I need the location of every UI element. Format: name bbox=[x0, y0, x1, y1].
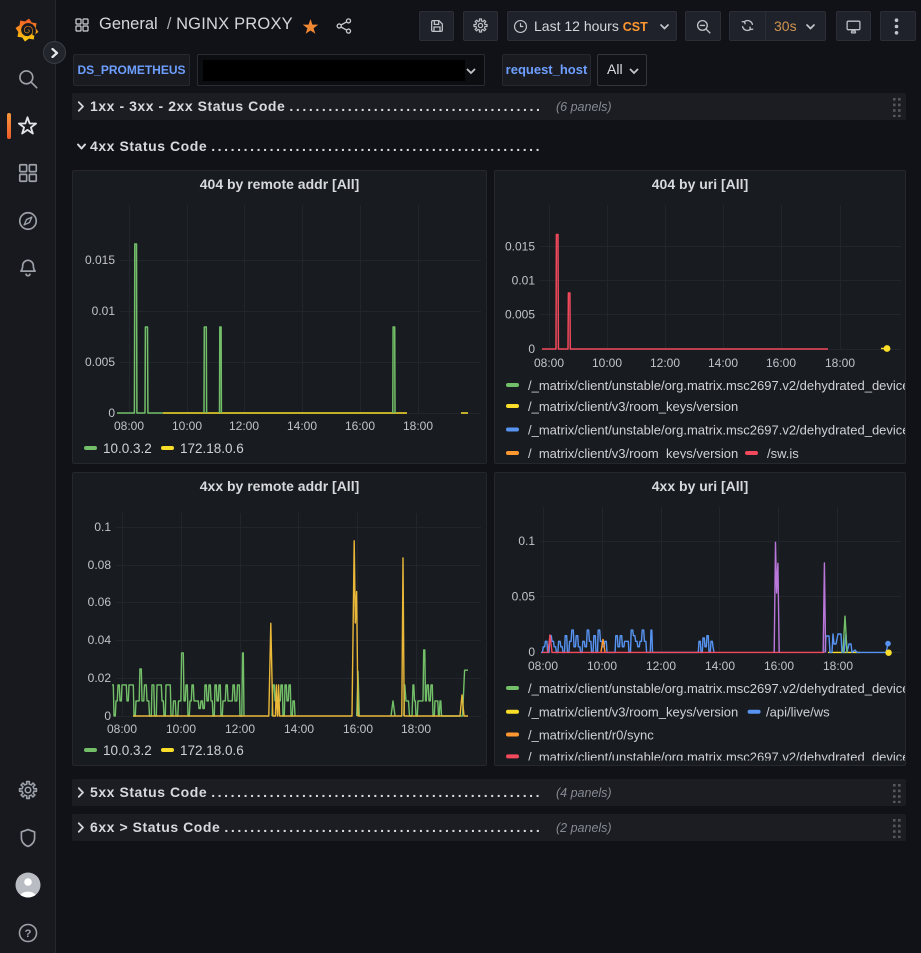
svg-text:/_matrix/client/unstable/org.m: /_matrix/client/unstable/org.matrix.msc2… bbox=[528, 681, 905, 696]
svg-text:08:00: 08:00 bbox=[528, 659, 558, 673]
svg-text:?: ? bbox=[25, 928, 32, 940]
svg-text:/sw.js: /sw.js bbox=[767, 446, 799, 461]
svg-text:08:00: 08:00 bbox=[107, 722, 137, 736]
svg-text:/_matrix/client/unstable/org.m: /_matrix/client/unstable/org.matrix.msc2… bbox=[528, 423, 905, 438]
svg-text:/_matrix/client/unstable/org.m: /_matrix/client/unstable/org.matrix.msc2… bbox=[528, 378, 905, 393]
svg-text:0.01: 0.01 bbox=[92, 304, 116, 318]
svg-text:08:00: 08:00 bbox=[114, 419, 144, 433]
svg-text:0.1: 0.1 bbox=[94, 520, 111, 534]
svg-text:14:00: 14:00 bbox=[708, 356, 738, 370]
svg-text:18:00: 18:00 bbox=[401, 722, 431, 736]
svg-text:18:00: 18:00 bbox=[823, 659, 853, 673]
svg-text:0.015: 0.015 bbox=[505, 240, 535, 254]
svg-text:08:00: 08:00 bbox=[534, 356, 564, 370]
svg-text:0.01: 0.01 bbox=[512, 274, 536, 288]
svg-text:172.18.0.6: 172.18.0.6 bbox=[180, 441, 244, 456]
svg-text:18:00: 18:00 bbox=[825, 356, 855, 370]
svg-text:0.02: 0.02 bbox=[88, 671, 112, 685]
svg-text:10:00: 10:00 bbox=[592, 356, 622, 370]
svg-text:14:00: 14:00 bbox=[284, 722, 314, 736]
svg-text:/_matrix/client/v3/room_keys/v: /_matrix/client/v3/room_keys/version bbox=[528, 399, 738, 414]
svg-text:16:00: 16:00 bbox=[343, 722, 373, 736]
svg-text:0: 0 bbox=[104, 709, 111, 723]
svg-text:0.06: 0.06 bbox=[88, 595, 112, 609]
svg-text:0: 0 bbox=[108, 406, 115, 420]
svg-text:/_matrix/client/v3/room_keys/v: /_matrix/client/v3/room_keys/version bbox=[528, 446, 738, 461]
svg-text:0.005: 0.005 bbox=[505, 308, 535, 322]
svg-text:16:00: 16:00 bbox=[764, 659, 794, 673]
svg-text:12:00: 12:00 bbox=[646, 659, 676, 673]
svg-text:10.0.3.2: 10.0.3.2 bbox=[103, 441, 152, 456]
svg-text:0: 0 bbox=[528, 645, 535, 659]
svg-text:/api/live/ws: /api/live/ws bbox=[766, 705, 830, 720]
svg-text:172.18.0.6: 172.18.0.6 bbox=[180, 743, 244, 758]
svg-text:0.015: 0.015 bbox=[85, 253, 115, 267]
svg-text:/_matrix/client/v3/room_keys/v: /_matrix/client/v3/room_keys/version bbox=[528, 705, 738, 720]
svg-text:0.005: 0.005 bbox=[85, 355, 115, 369]
svg-text:/_matrix/client/unstable/org.m: /_matrix/client/unstable/org.matrix.msc2… bbox=[528, 749, 905, 764]
svg-text:14:00: 14:00 bbox=[705, 659, 735, 673]
svg-text:10:00: 10:00 bbox=[166, 722, 196, 736]
svg-text:12:00: 12:00 bbox=[225, 722, 255, 736]
svg-text:14:00: 14:00 bbox=[287, 419, 317, 433]
svg-text:0: 0 bbox=[528, 342, 535, 356]
svg-text:0.05: 0.05 bbox=[512, 590, 536, 604]
svg-text:16:00: 16:00 bbox=[766, 356, 796, 370]
svg-text:0.04: 0.04 bbox=[88, 633, 112, 647]
svg-text:0.08: 0.08 bbox=[88, 558, 112, 572]
svg-text:0.1: 0.1 bbox=[518, 534, 535, 548]
svg-text:10.0.3.2: 10.0.3.2 bbox=[103, 743, 152, 758]
svg-text:/_matrix/client/r0/sync: /_matrix/client/r0/sync bbox=[528, 728, 654, 743]
svg-text:12:00: 12:00 bbox=[650, 356, 680, 370]
svg-text:12:00: 12:00 bbox=[229, 419, 259, 433]
svg-text:10:00: 10:00 bbox=[172, 419, 202, 433]
svg-text:16:00: 16:00 bbox=[345, 419, 375, 433]
svg-text:10:00: 10:00 bbox=[587, 659, 617, 673]
svg-text:18:00: 18:00 bbox=[403, 419, 433, 433]
